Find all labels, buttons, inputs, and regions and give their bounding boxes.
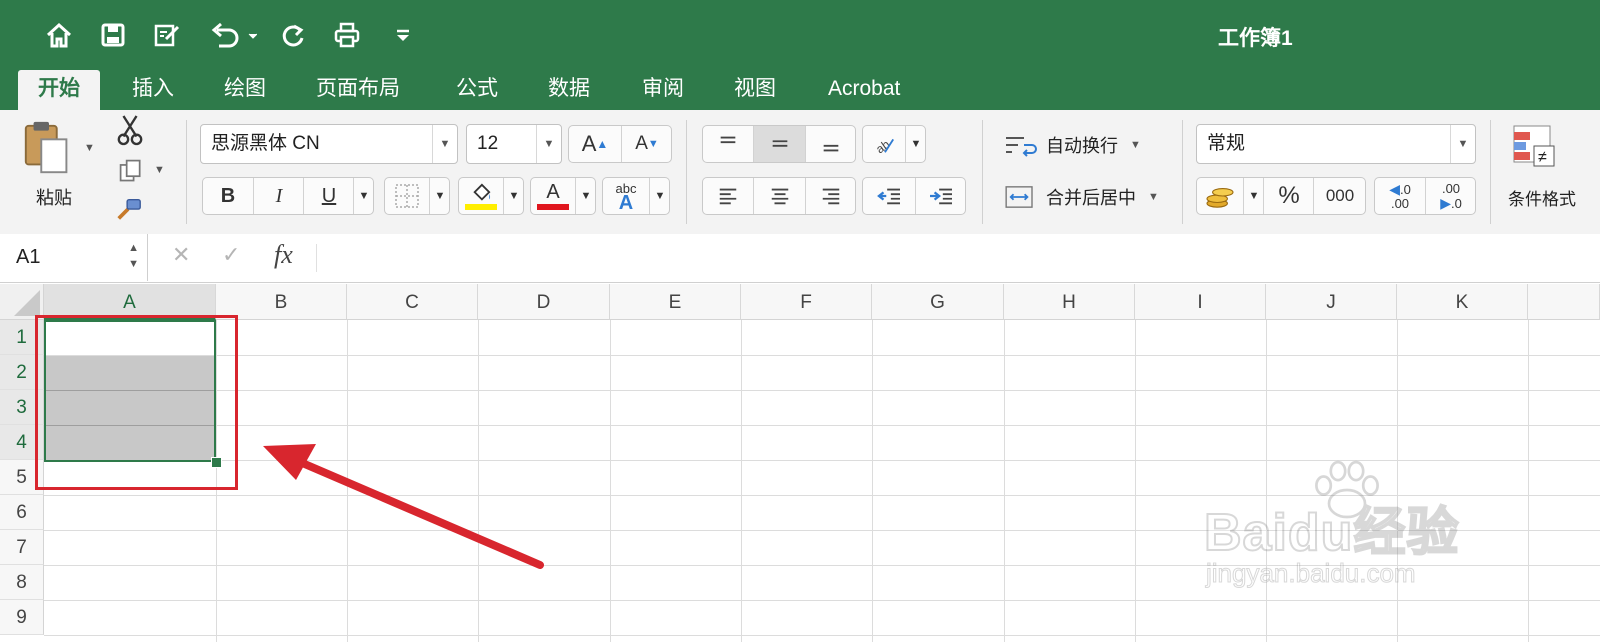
watermark: Baidu经验 jingyan.baidu.com: [1203, 460, 1494, 592]
watermark-url: jingyan.baidu.com: [1206, 558, 1417, 589]
watermark-brand: Baidu经验: [1203, 503, 1460, 563]
